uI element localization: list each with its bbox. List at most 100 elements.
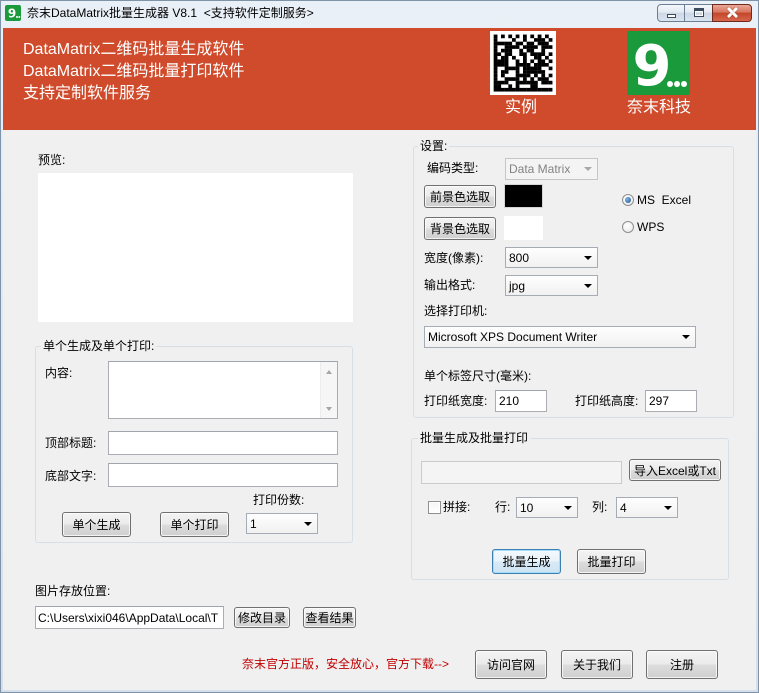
datamatrix-module bbox=[501, 48, 505, 53]
datamatrix-module bbox=[530, 77, 535, 81]
datamatrix-module bbox=[541, 41, 546, 46]
datamatrix-module bbox=[534, 66, 538, 71]
datamatrix-module bbox=[526, 73, 531, 78]
datamatrix-module bbox=[512, 77, 516, 81]
folder-path-input[interactable]: C:\Users\xixi046\AppData\Local\T bbox=[35, 606, 224, 629]
background-color-swatch[interactable] bbox=[504, 216, 543, 240]
datamatrix-module bbox=[493, 66, 498, 71]
printer-select[interactable]: Microsoft XPS Document Writer bbox=[424, 326, 696, 348]
register-button[interactable]: 注册 bbox=[646, 650, 718, 679]
top-title-input[interactable] bbox=[108, 431, 338, 455]
datamatrix-module bbox=[501, 87, 505, 92]
width-select[interactable]: 800 bbox=[505, 247, 598, 268]
datamatrix-module bbox=[534, 45, 538, 49]
about-us-button[interactable]: 关于我们 bbox=[561, 650, 633, 679]
datamatrix-module bbox=[537, 55, 542, 60]
datamatrix-module bbox=[504, 59, 509, 64]
datamatrix-module bbox=[523, 38, 527, 42]
encoding-select: Data Matrix bbox=[505, 158, 598, 180]
maximize-button[interactable] bbox=[684, 4, 713, 22]
batch-print-button[interactable]: 批量打印 bbox=[577, 549, 646, 574]
datamatrix-module bbox=[493, 73, 498, 78]
chevron-down-icon bbox=[584, 167, 592, 171]
datamatrix-module bbox=[501, 34, 505, 39]
datamatrix-module bbox=[537, 63, 542, 67]
datamatrix-module bbox=[497, 87, 502, 92]
datamatrix-module bbox=[530, 87, 535, 92]
printer-select-value: Microsoft XPS Document Writer bbox=[428, 330, 598, 344]
datamatrix-module bbox=[526, 80, 531, 85]
datamatrix-module bbox=[545, 80, 549, 85]
content-label: 内容: bbox=[45, 366, 73, 380]
datamatrix-module bbox=[541, 73, 546, 78]
datamatrix-module bbox=[530, 80, 535, 85]
import-excel-txt-button[interactable]: 导入Excel或Txt bbox=[629, 459, 721, 481]
stitch-checkbox[interactable] bbox=[428, 501, 441, 514]
batch-file-input[interactable] bbox=[421, 461, 622, 484]
bottom-text-input[interactable] bbox=[108, 463, 338, 487]
copies-select[interactable]: 1 bbox=[246, 513, 318, 534]
datamatrix-module bbox=[508, 48, 513, 53]
visit-website-button[interactable]: 访问官网 bbox=[475, 650, 547, 679]
format-select[interactable]: jpg bbox=[505, 275, 598, 296]
datamatrix-module bbox=[504, 45, 509, 49]
datamatrix-module bbox=[537, 87, 542, 92]
datamatrix-module bbox=[493, 52, 498, 56]
cols-label: 列: bbox=[592, 500, 608, 514]
scroll-up-icon[interactable] bbox=[326, 370, 332, 374]
folder-label: 图片存放位置: bbox=[35, 584, 111, 598]
datamatrix-module bbox=[519, 48, 524, 53]
foreground-color-button[interactable]: 前景色选取 bbox=[424, 185, 496, 208]
single-generate-button[interactable]: 单个生成 bbox=[62, 512, 131, 537]
ms-excel-radio-label[interactable]: MS Excel bbox=[637, 192, 691, 208]
content-textarea[interactable] bbox=[108, 361, 338, 419]
datamatrix-module bbox=[537, 34, 542, 39]
datamatrix-module bbox=[541, 45, 546, 49]
datamatrix-module bbox=[530, 41, 535, 46]
datamatrix-module bbox=[526, 70, 531, 74]
cols-select[interactable]: 4 bbox=[616, 497, 678, 518]
company-logo-dot bbox=[674, 81, 680, 87]
datamatrix-module bbox=[501, 41, 505, 46]
datamatrix-module bbox=[545, 45, 549, 49]
wps-radio[interactable] bbox=[622, 221, 634, 233]
close-button[interactable] bbox=[712, 4, 752, 22]
datamatrix-module bbox=[534, 87, 538, 92]
datamatrix-module bbox=[493, 45, 498, 49]
app-icon-glyph: 9 bbox=[8, 7, 16, 21]
datamatrix-sample-image bbox=[490, 31, 556, 95]
background-color-button[interactable]: 背景色选取 bbox=[424, 217, 496, 240]
minimize-button[interactable] bbox=[657, 4, 685, 22]
datamatrix-module bbox=[508, 52, 513, 56]
encoding-select-value: Data Matrix bbox=[509, 162, 571, 176]
datamatrix-module bbox=[548, 87, 553, 92]
datamatrix-module bbox=[534, 84, 538, 88]
datamatrix-module bbox=[537, 38, 542, 42]
ms-excel-radio[interactable] bbox=[622, 194, 634, 206]
batch-generate-button[interactable]: 批量生成 bbox=[492, 549, 561, 574]
foreground-color-swatch[interactable] bbox=[504, 184, 543, 208]
single-print-button[interactable]: 单个打印 bbox=[160, 512, 229, 537]
datamatrix-module bbox=[515, 41, 520, 46]
wps-radio-label[interactable]: WPS bbox=[637, 219, 664, 235]
change-directory-button[interactable]: 修改目录 bbox=[234, 607, 290, 628]
app-icon[interactable]: 9 bbox=[5, 5, 21, 21]
datamatrix-module bbox=[497, 52, 502, 56]
banner-line-1: DataMatrix二维码批量生成软件 bbox=[23, 41, 245, 58]
datamatrix-module bbox=[530, 66, 535, 71]
printer-label: 选择打印机: bbox=[424, 304, 488, 318]
paper-width-input[interactable]: 210 bbox=[495, 390, 547, 412]
copies-label: 打印份数: bbox=[253, 493, 305, 507]
paper-height-input[interactable]: 297 bbox=[645, 390, 697, 412]
scroll-down-icon[interactable] bbox=[326, 407, 332, 411]
stitch-label[interactable]: 拼接: bbox=[443, 499, 470, 515]
datamatrix-module bbox=[493, 84, 498, 88]
content-scrollbar[interactable] bbox=[320, 362, 337, 418]
view-results-button[interactable]: 查看结果 bbox=[303, 607, 356, 628]
datamatrix-module bbox=[545, 87, 549, 92]
datamatrix-module bbox=[515, 77, 520, 81]
datamatrix-module bbox=[541, 80, 546, 85]
datamatrix-module bbox=[523, 45, 527, 49]
rows-select[interactable]: 10 bbox=[516, 497, 578, 518]
datamatrix-module bbox=[541, 59, 546, 64]
